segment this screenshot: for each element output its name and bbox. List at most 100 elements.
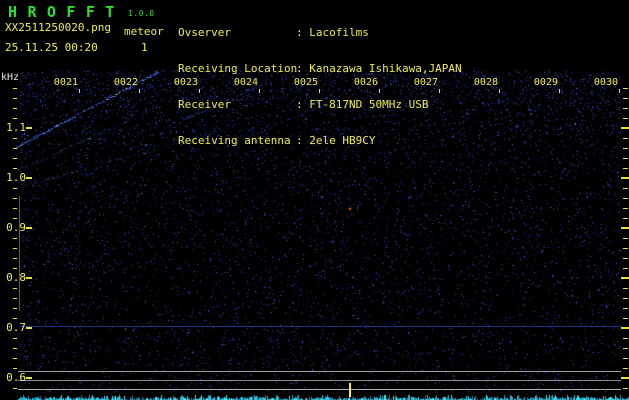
freq-minor-tick: [13, 248, 17, 249]
colon-separator: :: [296, 62, 310, 75]
freq-minor-tick: [13, 108, 17, 109]
freq-minor-tick-right: [623, 188, 628, 189]
time-tick: [619, 89, 620, 93]
freq-minor-tick-right: [623, 148, 628, 149]
freq-minor-tick-right: [623, 258, 628, 259]
carrier-line-0-58khz: [18, 389, 621, 390]
freq-minor-tick: [13, 368, 17, 369]
freq-minor-tick-right: [623, 198, 628, 199]
time-tick: [139, 89, 140, 93]
time-label-0029: 0029: [533, 77, 558, 88]
y-axis-unit: kHz: [1, 72, 20, 83]
time-tick: [439, 89, 440, 93]
app-title: H R O F F T: [8, 3, 116, 21]
freq-minor-tick: [13, 138, 17, 139]
freq-major-tick-right: [621, 377, 629, 379]
time-label-0025: 0025: [293, 77, 318, 88]
time-label-0030: 0030: [593, 77, 618, 88]
time-label-0023: 0023: [173, 77, 198, 88]
freq-label-0-8: 0.8: [6, 271, 26, 284]
freq-minor-tick-right: [623, 388, 628, 389]
freq-minor-tick: [13, 238, 17, 239]
info-row-receiver: Receiver: FT-817ND 50MHz USB: [178, 99, 462, 111]
freq-minor-tick-right: [623, 238, 628, 239]
colon-separator: :: [296, 98, 310, 111]
info-value: Kanazawa Ishikawa,JAPAN: [309, 62, 462, 75]
freq-minor-tick: [13, 348, 17, 349]
time-label-0026: 0026: [353, 77, 378, 88]
freq-minor-tick: [13, 148, 17, 149]
freq-minor-tick-right: [623, 208, 628, 209]
freq-major-tick: [26, 177, 32, 179]
freq-minor-tick: [13, 98, 17, 99]
freq-minor-tick: [13, 118, 17, 119]
time-tick: [379, 89, 380, 93]
freq-minor-tick: [13, 158, 17, 159]
info-row-observer: Ovserver: Lacofilms: [178, 27, 462, 39]
freq-minor-tick: [13, 198, 17, 199]
meteor-detection-marker: [349, 383, 351, 397]
carrier-line-0-61khz: [18, 371, 621, 372]
freq-major-tick-right: [621, 327, 629, 329]
freq-major-tick-right: [621, 277, 629, 279]
info-label: Receiving antenna: [178, 134, 291, 147]
info-label: Ovserver: [178, 26, 231, 39]
freq-minor-tick: [13, 208, 17, 209]
filename: XX2511250020.png: [5, 21, 111, 34]
freq-minor-tick: [13, 168, 17, 169]
freq-major-tick-right: [621, 177, 629, 179]
freq-minor-tick-right: [623, 318, 628, 319]
time-label-0027: 0027: [413, 77, 438, 88]
freq-major-tick: [26, 227, 32, 229]
freq-minor-tick-right: [623, 368, 628, 369]
time-tick: [319, 89, 320, 93]
freq-minor-tick: [13, 298, 17, 299]
info-value: FT-817ND 50MHz USB: [309, 98, 429, 111]
info-label: Receiving Location: [178, 62, 298, 75]
freq-minor-tick: [13, 188, 17, 189]
freq-minor-tick-right: [623, 118, 628, 119]
freq-minor-tick-right: [623, 268, 628, 269]
freq-label-1-0: 1.0: [6, 171, 26, 184]
freq-minor-tick-right: [623, 168, 628, 169]
colon-separator: :: [296, 134, 310, 147]
info-label: Receiver: [178, 98, 231, 111]
freq-minor-tick-right: [623, 138, 628, 139]
time-tick: [79, 89, 80, 93]
freq-minor-tick: [13, 358, 17, 359]
freq-minor-tick: [13, 218, 17, 219]
hrofft-window: H R O F F T 1.0.0 XX2511250020.png meteo…: [0, 0, 629, 400]
frame-datetime: 25.11.25 00:20: [5, 41, 98, 54]
freq-minor-tick-right: [623, 358, 628, 359]
freq-minor-tick: [13, 268, 17, 269]
info-row-location: Receiving Location: Kanazawa Ishikawa,JA…: [178, 63, 462, 75]
colon-separator: :: [296, 26, 310, 39]
freq-label-1-1: 1.1: [6, 121, 26, 134]
freq-minor-tick-right: [623, 338, 628, 339]
freq-minor-tick-right: [623, 248, 628, 249]
info-value: 2ele HB9CY: [309, 134, 376, 147]
freq-major-tick: [26, 277, 32, 279]
freq-minor-tick: [13, 388, 17, 389]
freq-minor-tick: [13, 318, 17, 319]
freq-minor-tick: [13, 288, 17, 289]
mode-label: meteor: [124, 25, 164, 38]
freq-minor-tick-right: [623, 298, 628, 299]
time-tick: [559, 89, 560, 93]
time-label-0024: 0024: [233, 77, 258, 88]
freq-minor-tick-right: [623, 98, 628, 99]
freq-minor-tick-right: [623, 108, 628, 109]
freq-minor-tick-right: [623, 288, 628, 289]
left-edge-artifact-line: [19, 196, 20, 311]
freq-minor-tick: [13, 308, 17, 309]
time-label-0028: 0028: [473, 77, 498, 88]
freq-minor-tick-right: [623, 308, 628, 309]
freq-label-0-7: 0.7: [6, 321, 26, 334]
freq-major-tick: [26, 127, 32, 129]
time-tick: [199, 89, 200, 93]
time-tick: [259, 89, 260, 93]
freq-label-0-6: 0.6: [6, 371, 26, 384]
time-label-0022: 0022: [113, 77, 138, 88]
info-row-antenna: Receiving antenna: 2ele HB9CY: [178, 135, 462, 147]
freq-minor-tick: [13, 88, 17, 89]
